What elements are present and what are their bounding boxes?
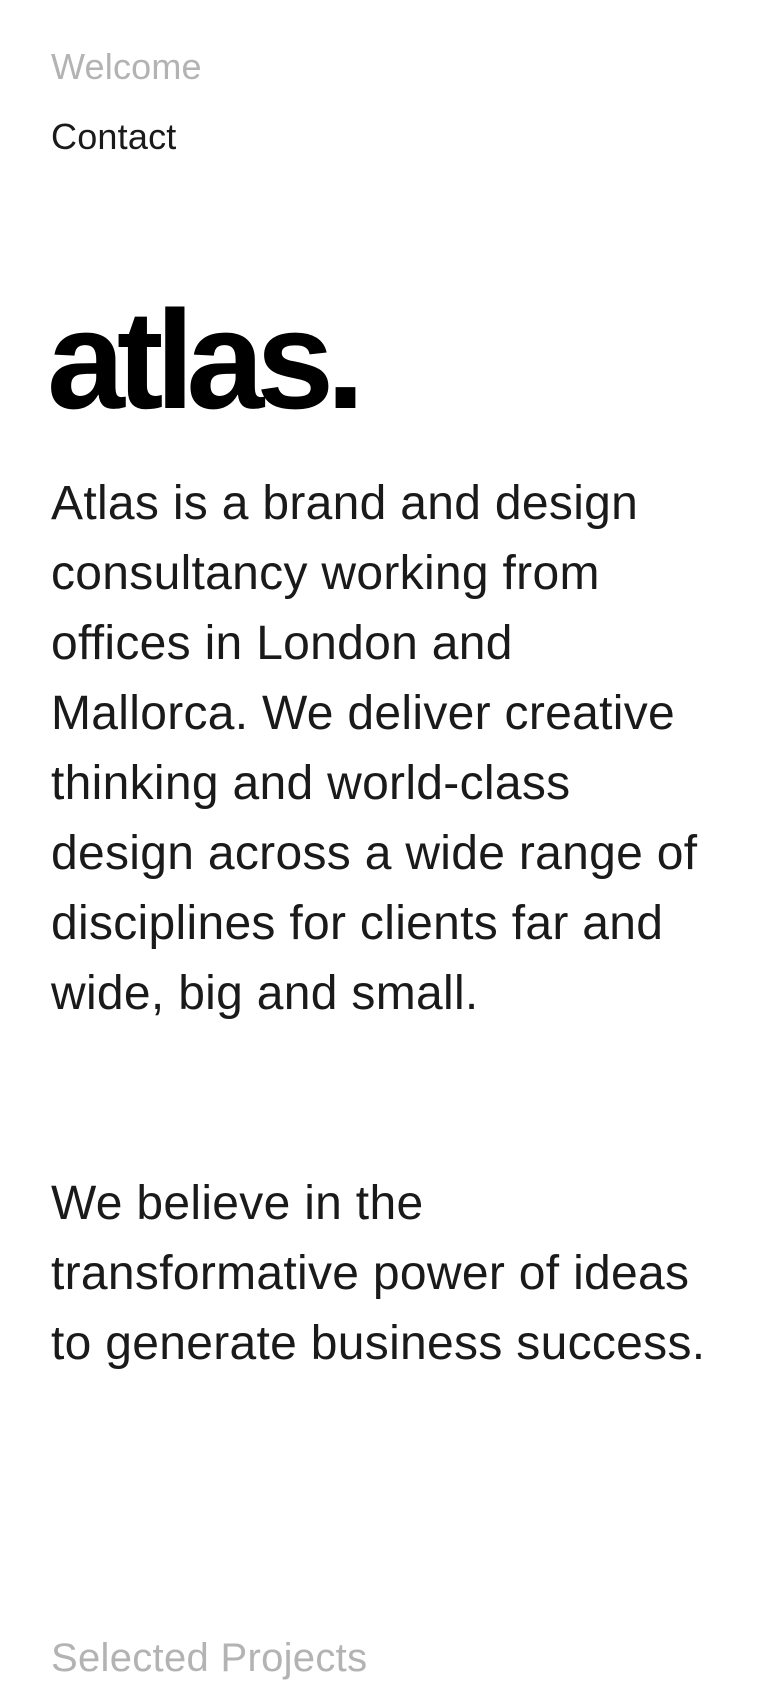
nav-link-contact[interactable]: Contact — [51, 115, 176, 159]
belief-paragraph: We believe in the transformative power o… — [51, 1177, 706, 1370]
intro-paragraph: Atlas is a brand and design consultancy … — [51, 477, 698, 1020]
selected-projects-heading: Selected Projects — [51, 1636, 368, 1680]
nav-link-welcome[interactable]: Welcome — [51, 45, 202, 89]
atlas-logo[interactable]: atlas. — [47, 290, 365, 430]
